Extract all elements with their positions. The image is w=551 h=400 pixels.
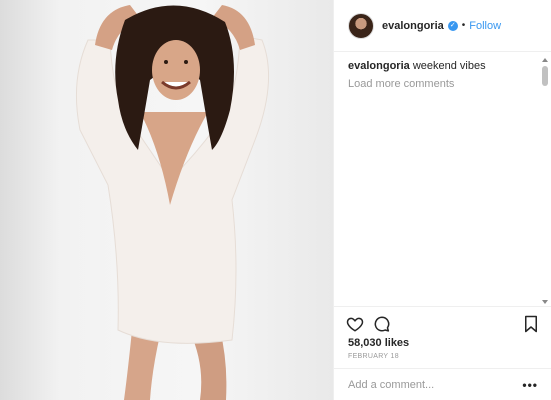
caption-text: weekend vibes: [412, 60, 486, 72]
avatar[interactable]: [348, 12, 374, 39]
verified-badge-icon: ✓: [447, 20, 458, 31]
post-date: FEBRUARY 18: [348, 353, 399, 360]
bookmark-icon[interactable]: [524, 315, 538, 338]
photo-of-woman: [75, 5, 269, 400]
comments-scrollbar[interactable]: [541, 58, 549, 304]
post-header: evalongoria ✓ • Follow: [334, 0, 551, 52]
heart-icon[interactable]: [346, 315, 364, 338]
likes-count[interactable]: 58,030 likes: [348, 337, 409, 349]
post-photo: [0, 0, 333, 400]
follow-button[interactable]: Follow: [469, 20, 501, 32]
caption-username[interactable]: evalongoria: [348, 60, 410, 72]
comment-form: •••: [334, 368, 551, 400]
post-side-panel: evalongoria ✓ • Follow evalongoria weeke…: [333, 0, 551, 400]
load-more-comments-button[interactable]: Load more comments: [348, 78, 538, 90]
author-username[interactable]: evalongoria: [382, 20, 444, 32]
more-options-icon[interactable]: •••: [522, 378, 538, 392]
header-separator: •: [461, 20, 466, 31]
caption: evalongoria weekend vibes: [348, 60, 538, 72]
scroll-down-arrow-icon[interactable]: [542, 300, 548, 304]
scroll-up-arrow-icon[interactable]: [542, 58, 548, 62]
comment-bubble-icon[interactable]: [373, 315, 391, 338]
comments-section: evalongoria weekend vibes Load more comm…: [348, 60, 538, 90]
scrollbar-thumb[interactable]: [542, 66, 548, 86]
add-comment-input[interactable]: [348, 378, 523, 391]
